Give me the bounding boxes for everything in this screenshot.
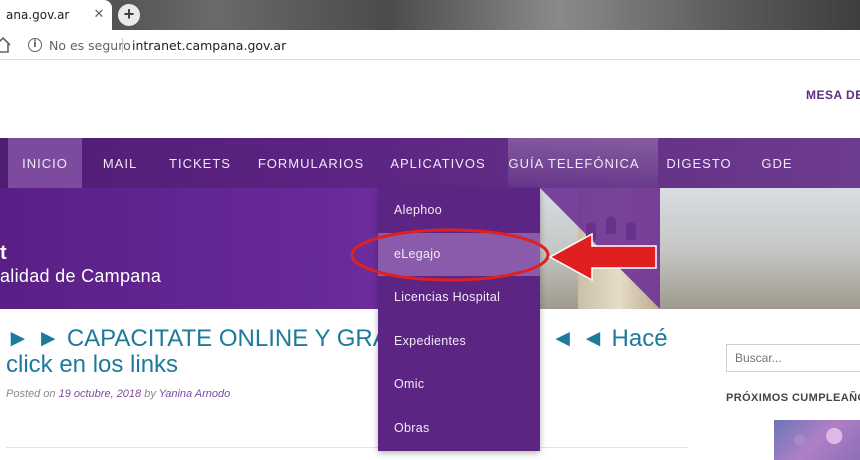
post-title-line2[interactable]: click en los links xyxy=(6,351,178,378)
annotation-ellipse xyxy=(350,228,550,282)
tab-title: ana.gov.ar xyxy=(6,8,70,22)
main-nav: INICIO MAIL TICKETS FORMULARIOS APLICATI… xyxy=(0,138,860,188)
nav-item-formularios[interactable]: FORMULARIOS xyxy=(252,138,370,188)
meta-by-label: by xyxy=(141,388,159,400)
post-title-right[interactable]: ◄ ◄ Hacé xyxy=(551,325,668,352)
dropdown-item-obras[interactable]: Obras xyxy=(378,407,540,450)
header-link-mesa[interactable]: MESA DE xyxy=(806,88,860,102)
browser-tab[interactable]: ana.gov.ar ✕ xyxy=(0,0,112,30)
url-field[interactable]: intranet.campana.gov.ar xyxy=(132,38,286,53)
nav-item-digesto[interactable]: DIGESTO xyxy=(660,138,738,188)
banner-subtitle: alidad de Campana xyxy=(0,266,162,286)
post-meta: Posted on 19 octubre, 2018 by Yanina Arn… xyxy=(6,388,230,400)
banner-title: t xyxy=(0,242,7,264)
annotation-arrow-icon xyxy=(548,232,657,282)
nav-item-gde[interactable]: GDE xyxy=(752,138,802,188)
address-bar: i No es seguro intranet.campana.gov.ar xyxy=(0,30,860,60)
home-icon[interactable] xyxy=(0,36,12,54)
meta-author-link[interactable]: Yanina Arnodo xyxy=(159,388,231,400)
meta-date-link[interactable]: 19 octubre, 2018 xyxy=(59,388,142,400)
nav-item-inicio[interactable]: INICIO xyxy=(8,138,82,188)
info-icon[interactable]: i xyxy=(28,38,42,52)
birthday-image[interactable] xyxy=(774,420,860,460)
birthdays-widget-title: PRÓXIMOS CUMPLEAÑOS xyxy=(726,392,860,404)
security-status[interactable]: No es seguro xyxy=(49,38,131,53)
nav-item-aplicativos[interactable]: APLICATIVOS xyxy=(386,138,490,188)
address-separator xyxy=(122,38,123,53)
post-title[interactable]: ► ► CAPACITATE ONLINE Y GRA ◄ ◄ Hacé clic… xyxy=(6,326,686,378)
nav-item-guia-telefonica[interactable]: GUÍA TELEFÓNICA xyxy=(508,138,640,188)
dropdown-item-omic[interactable]: Omic xyxy=(378,363,540,406)
nav-item-tickets[interactable]: TICKETS xyxy=(164,138,236,188)
search-input[interactable] xyxy=(726,344,860,372)
nav-item-mail[interactable]: MAIL xyxy=(90,138,150,188)
site-header: MESA DE xyxy=(0,60,860,138)
new-tab-button[interactable]: + xyxy=(118,4,140,26)
post-divider xyxy=(6,447,688,448)
dropdown-item-expedientes[interactable]: Expedientes xyxy=(378,320,540,363)
browser-tab-strip: ana.gov.ar ✕ + xyxy=(0,0,860,30)
post-title-left[interactable]: ► ► CAPACITATE ONLINE Y GRA xyxy=(6,325,389,352)
close-icon[interactable]: ✕ xyxy=(92,7,106,21)
meta-posted-label: Posted on xyxy=(6,388,59,400)
